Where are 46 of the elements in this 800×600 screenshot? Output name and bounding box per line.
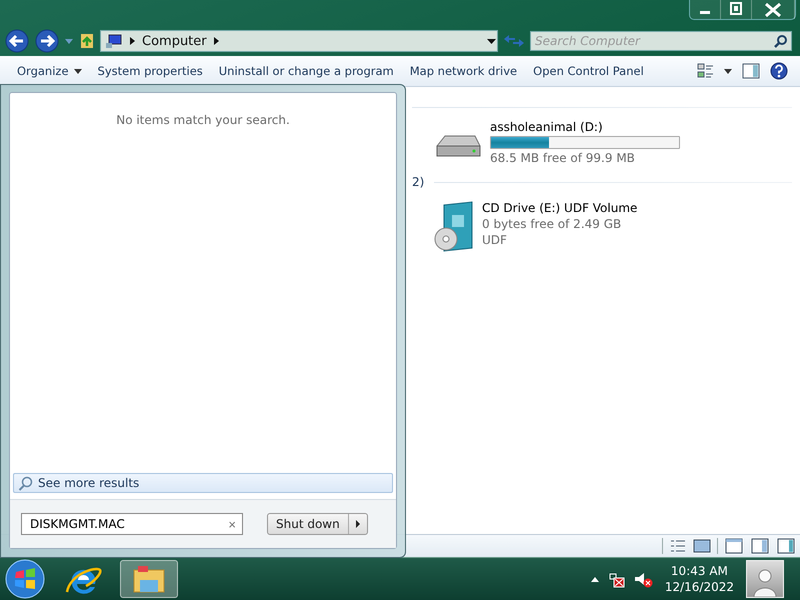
volume-muted-icon[interactable] [634, 570, 653, 588]
help-icon[interactable] [770, 62, 788, 80]
toolbar-button[interactable]: Organize [10, 61, 89, 81]
views-icon[interactable] [697, 63, 714, 79]
toolbar-button[interactable]: System properties [90, 61, 210, 81]
dropdown-icon[interactable] [486, 36, 497, 46]
group-header: 2) [412, 175, 424, 189]
toolbar-button[interactable]: Open Control Panel [526, 61, 651, 81]
chevron-icon [354, 519, 361, 529]
drive-name: assholeanimal (D:) [490, 120, 604, 134]
free-space: 68.5 MB free of 99.9 MB [490, 151, 636, 165]
tiles-view-icon[interactable] [693, 538, 711, 554]
search-icon[interactable] [774, 34, 788, 48]
taskbar-button[interactable] [120, 560, 178, 598]
file-system: UDF [482, 233, 508, 247]
no-results-message: No items match your search. [115, 112, 291, 129]
caret-icon[interactable] [724, 68, 732, 74]
toolbar-button[interactable]: Map network drive [402, 61, 524, 81]
user-icon [751, 567, 779, 597]
drive-name: CD Drive (E:) UDF Volume [482, 201, 638, 215]
clock[interactable]: 10:43 AM 12/16/2022 [660, 563, 738, 595]
chevron-icon[interactable] [212, 36, 220, 46]
details-view-icon[interactable] [669, 538, 687, 554]
breadcrumb[interactable]: Computer [142, 34, 207, 48]
user-tile[interactable] [746, 560, 784, 598]
forward-icon[interactable] [34, 28, 60, 54]
see-more-results-link[interactable]: See more results [13, 473, 393, 493]
up-folder-icon[interactable] [78, 31, 96, 51]
cd-drive-icon [434, 201, 474, 253]
back-icon[interactable] [4, 28, 30, 54]
clear-button[interactable]: × [228, 516, 236, 532]
address-bar[interactable]: Computer [100, 30, 498, 52]
preview-pane-icon[interactable] [742, 63, 760, 79]
search-field[interactable]: DISKMGMT.MAC × [21, 513, 243, 535]
computer-icon [105, 33, 123, 49]
details-pane-icon[interactable] [750, 537, 770, 555]
free-space: 0 bytes free of 2.49 GB [482, 217, 622, 231]
layout-icon[interactable] [724, 537, 744, 555]
caret-icon [74, 68, 82, 74]
preview-pane-icon[interactable] [776, 537, 796, 555]
chevron-icon[interactable] [129, 36, 136, 46]
start-icon[interactable] [4, 558, 46, 600]
search-field[interactable]: Search Computer [530, 31, 792, 51]
show-hidden-icons-icon[interactable] [590, 575, 600, 583]
search-icon [18, 476, 33, 490]
toolbar-button[interactable]: Uninstall or change a program [212, 61, 401, 81]
